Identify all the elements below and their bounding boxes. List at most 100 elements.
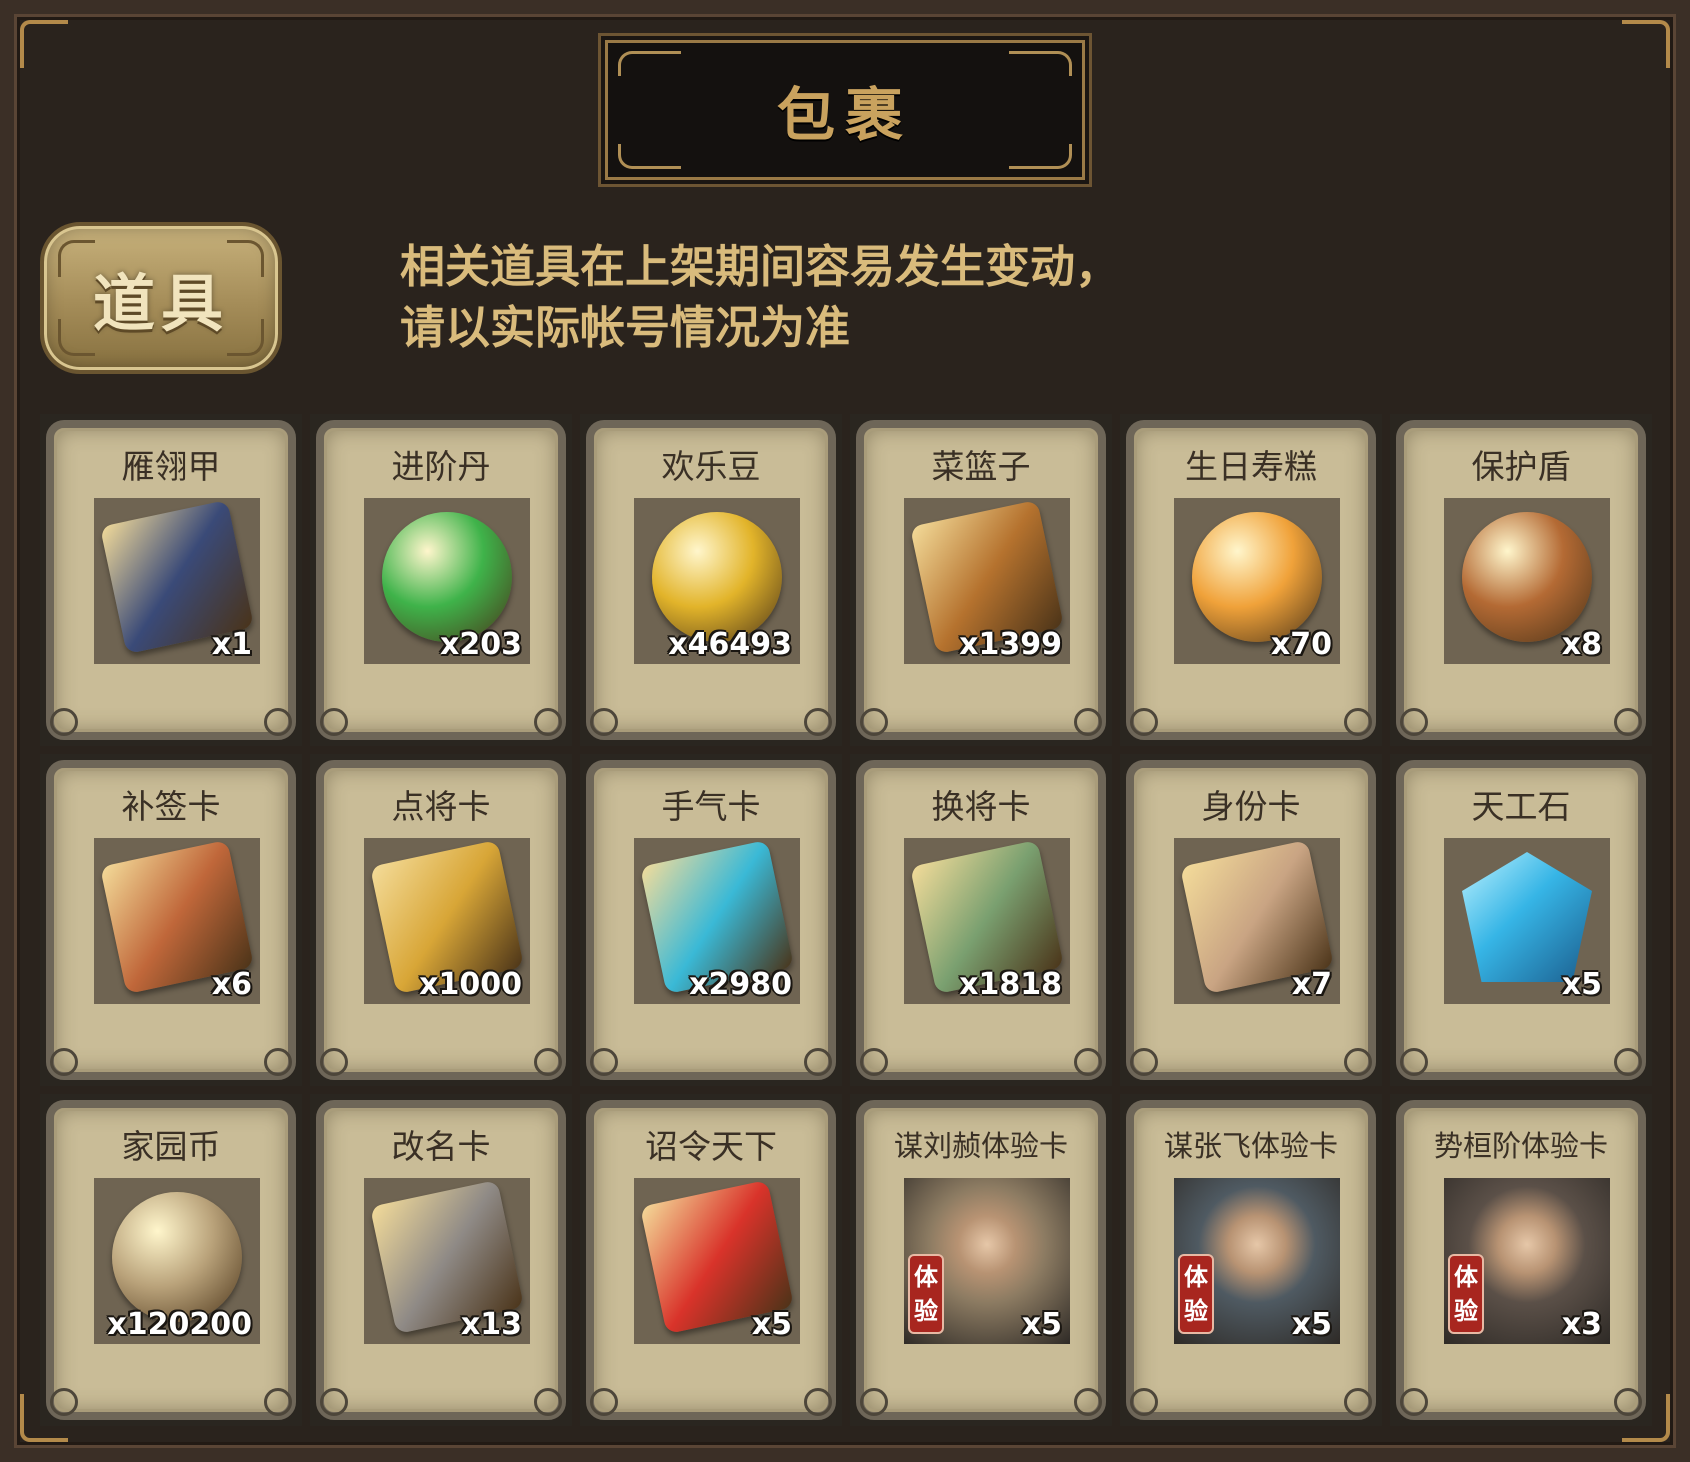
- round-shield-icon: [1462, 512, 1592, 642]
- item-quantity: x7: [1291, 967, 1332, 1002]
- item-name: 菜篮子: [931, 447, 1031, 486]
- item-name: 进阶丹: [391, 447, 491, 486]
- item-card[interactable]: 手气卡 x2980: [580, 754, 842, 1086]
- tab-items-label: 道具: [92, 267, 229, 340]
- title-plaque: 包裹: [605, 40, 1085, 180]
- item-name: 诏令天下: [645, 1127, 777, 1166]
- item-grid: 雁翎甲 x1 进阶丹 x203 欢乐豆 x46493 菜篮子 x1399 生日寿糕 x70 保护盾 x…: [40, 414, 1652, 1426]
- trial-badge: 体验: [908, 1254, 944, 1334]
- item-name: 欢乐豆: [661, 447, 761, 486]
- item-card[interactable]: 欢乐豆 x46493: [580, 414, 842, 746]
- item-card[interactable]: 势桓阶体验卡体验 x3: [1390, 1094, 1652, 1426]
- item-card-frame: 家园币 x120200: [46, 1100, 296, 1420]
- gold-beans-icon: [652, 512, 782, 642]
- item-name: 保护盾: [1471, 447, 1571, 486]
- item-card-frame: 谋刘赪体验卡体验 x5: [856, 1100, 1106, 1420]
- item-card-frame: 谋张飞体验卡体验 x5: [1126, 1100, 1376, 1420]
- item-card-frame: 身份卡 x7: [1126, 760, 1376, 1080]
- item-icon-slot: 体验 x5: [1174, 1178, 1340, 1344]
- item-card[interactable]: 补签卡 x6: [40, 754, 302, 1086]
- item-card-frame: 生日寿糕 x70: [1126, 420, 1376, 740]
- item-card[interactable]: 改名卡 x13: [310, 1094, 572, 1426]
- item-quantity: x5: [1561, 967, 1602, 1002]
- item-name: 身份卡: [1201, 787, 1301, 826]
- item-quantity: x3: [1561, 1307, 1602, 1342]
- birthday-cake-icon: [1192, 512, 1322, 642]
- item-quantity: x70: [1270, 627, 1332, 662]
- item-quantity: x1818: [959, 967, 1062, 1002]
- item-card-frame: 诏令天下 x5: [586, 1100, 836, 1420]
- notice-line-2: 请以实际帐号情况为准: [400, 301, 851, 354]
- item-icon-slot: x13: [364, 1178, 530, 1344]
- item-quantity: x1: [211, 627, 252, 662]
- item-icon-slot: x203: [364, 498, 530, 664]
- item-name: 雁翎甲: [121, 447, 221, 486]
- notice-text: 相关道具在上架期间容易发生变动， 请以实际帐号情况为准: [400, 236, 1300, 358]
- item-card[interactable]: 换将卡 x1818: [850, 754, 1112, 1086]
- item-card[interactable]: 谋张飞体验卡体验 x5: [1120, 1094, 1382, 1426]
- green-orb-icon: [382, 512, 512, 642]
- item-quantity: x6: [211, 967, 252, 1002]
- item-quantity: x203: [440, 627, 522, 662]
- item-quantity: x46493: [668, 627, 792, 662]
- item-card[interactable]: 菜篮子 x1399: [850, 414, 1112, 746]
- item-icon-slot: 体验 x5: [904, 1178, 1070, 1344]
- item-quantity: x8: [1561, 627, 1602, 662]
- item-name: 生日寿糕: [1185, 447, 1317, 486]
- item-quantity: x5: [1021, 1307, 1062, 1342]
- item-card[interactable]: 保护盾 x8: [1390, 414, 1652, 746]
- item-icon-slot: x8: [1444, 498, 1610, 664]
- home-coin-icon: [112, 1192, 242, 1322]
- item-quantity: x120200: [107, 1307, 252, 1342]
- item-card-frame: 补签卡 x6: [46, 760, 296, 1080]
- item-name: 补签卡: [121, 787, 221, 826]
- item-name: 势桓阶体验卡: [1433, 1129, 1608, 1163]
- trial-badge: 体验: [1448, 1254, 1484, 1334]
- blue-crystal-icon: [1462, 852, 1592, 982]
- item-icon-slot: x1818: [904, 838, 1070, 1004]
- item-name: 改名卡: [391, 1127, 491, 1166]
- notice-line-1: 相关道具在上架期间容易发生变动，: [400, 240, 1121, 293]
- tab-items[interactable]: 道具: [40, 222, 282, 374]
- item-icon-slot: x1000: [364, 838, 530, 1004]
- item-icon-slot: x7: [1174, 838, 1340, 1004]
- item-card[interactable]: 点将卡 x1000: [310, 754, 572, 1086]
- item-name: 家园币: [121, 1127, 221, 1166]
- item-icon-slot: x1: [94, 498, 260, 664]
- item-card-frame: 势桓阶体验卡体验 x3: [1396, 1100, 1646, 1420]
- item-name: 手气卡: [661, 787, 761, 826]
- item-card-frame: 进阶丹 x203: [316, 420, 566, 740]
- item-icon-slot: 体验 x3: [1444, 1178, 1610, 1344]
- item-icon-slot: x6: [94, 838, 260, 1004]
- item-name: 天工石: [1471, 787, 1571, 826]
- item-card[interactable]: 雁翎甲 x1: [40, 414, 302, 746]
- item-card[interactable]: 进阶丹 x203: [310, 414, 572, 746]
- item-card-frame: 天工石 x5: [1396, 760, 1646, 1080]
- item-icon-slot: x2980: [634, 838, 800, 1004]
- item-card[interactable]: 天工石 x5: [1390, 754, 1652, 1086]
- item-card-frame: 欢乐豆 x46493: [586, 420, 836, 740]
- item-quantity: x1399: [959, 627, 1062, 662]
- item-quantity: x5: [1291, 1307, 1332, 1342]
- item-quantity: x5: [751, 1307, 792, 1342]
- item-quantity: x2980: [689, 967, 792, 1002]
- item-icon-slot: x46493: [634, 498, 800, 664]
- item-card[interactable]: 谋刘赪体验卡体验 x5: [850, 1094, 1112, 1426]
- item-card[interactable]: 身份卡 x7: [1120, 754, 1382, 1086]
- item-icon-slot: x5: [1444, 838, 1610, 1004]
- item-icon-slot: x1399: [904, 498, 1070, 664]
- item-card[interactable]: 家园币 x120200: [40, 1094, 302, 1426]
- item-icon-slot: x70: [1174, 498, 1340, 664]
- page-title: 包裹: [776, 81, 913, 149]
- item-card[interactable]: 诏令天下 x5: [580, 1094, 842, 1426]
- item-card-frame: 手气卡 x2980: [586, 760, 836, 1080]
- item-icon-slot: x120200: [94, 1178, 260, 1344]
- item-icon-slot: x5: [634, 1178, 800, 1344]
- item-name: 谋刘赪体验卡: [893, 1129, 1068, 1163]
- item-quantity: x1000: [419, 967, 522, 1002]
- item-name: 谋张飞体验卡: [1163, 1129, 1338, 1163]
- frame-corner-ornament: [20, 20, 68, 68]
- item-card[interactable]: 生日寿糕 x70: [1120, 414, 1382, 746]
- item-card-frame: 保护盾 x8: [1396, 420, 1646, 740]
- item-card-frame: 换将卡 x1818: [856, 760, 1106, 1080]
